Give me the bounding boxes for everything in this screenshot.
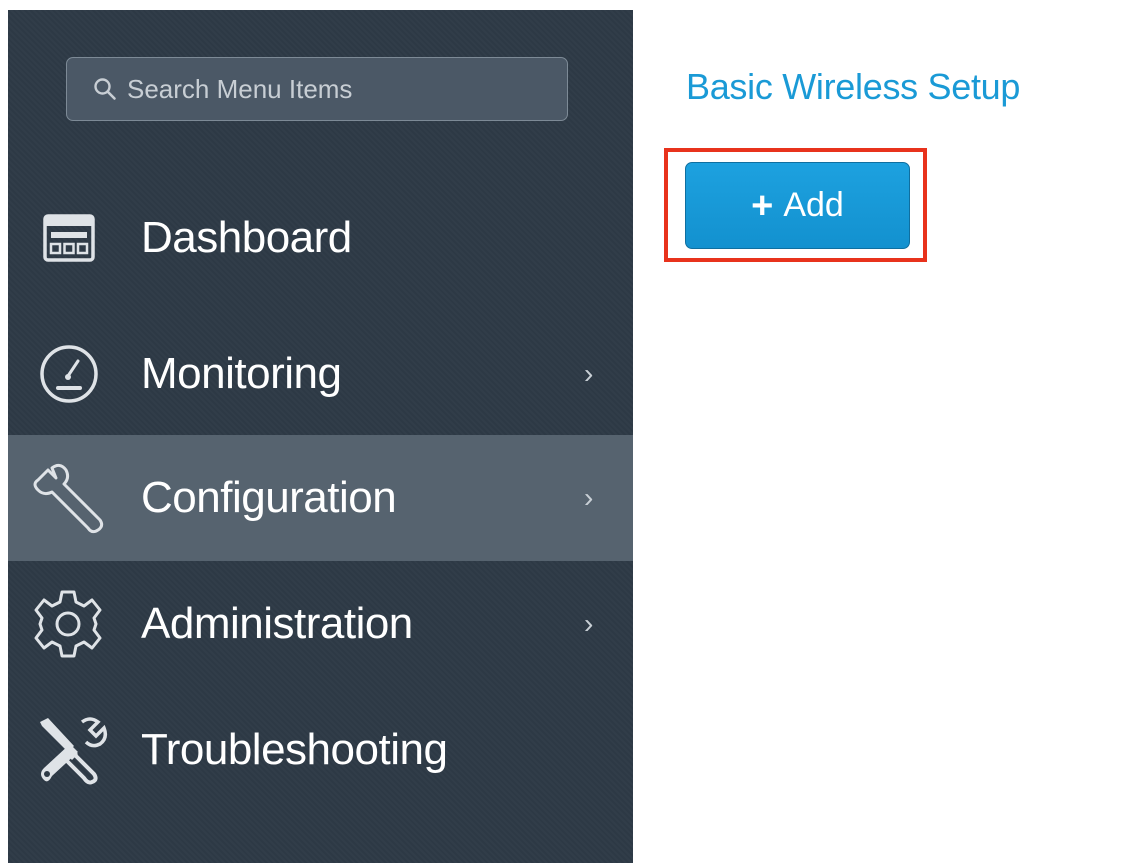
chevron-right-icon: › <box>584 482 594 513</box>
search-box[interactable] <box>66 57 568 121</box>
dashboard-icon <box>36 205 102 271</box>
add-button-label: Add <box>783 186 844 224</box>
add-button[interactable]: + Add <box>685 162 910 249</box>
plus-icon: + <box>751 184 774 227</box>
chevron-right-icon: › <box>584 358 594 389</box>
search-icon <box>94 78 116 100</box>
sidebar-item-dashboard[interactable]: Dashboard <box>8 175 633 301</box>
gear-icon <box>30 586 106 662</box>
wrench-icon <box>30 458 110 538</box>
sidebar-item-troubleshooting[interactable]: Troubleshooting <box>8 687 633 813</box>
sidebar-item-label: Dashboard <box>141 213 352 262</box>
gauge-icon <box>36 341 102 407</box>
sidebar-item-label: Configuration <box>141 473 397 522</box>
sidebar-item-label: Administration <box>141 599 413 648</box>
sidebar-item-administration[interactable]: Administration › <box>8 561 633 687</box>
sidebar: Dashboard Monitoring › Configur <box>8 10 633 863</box>
sidebar-item-label: Troubleshooting <box>141 725 448 774</box>
search-input[interactable] <box>127 73 547 105</box>
sidebar-item-label: Monitoring <box>141 349 342 398</box>
page-title: Basic Wireless Setup <box>686 66 1021 107</box>
sidebar-item-configuration[interactable]: Configuration › <box>8 435 633 561</box>
chevron-right-icon: › <box>584 608 594 639</box>
sidebar-item-monitoring[interactable]: Monitoring › <box>8 311 633 437</box>
tools-icon <box>32 712 108 788</box>
page: Dashboard Monitoring › Configur <box>0 0 1134 863</box>
